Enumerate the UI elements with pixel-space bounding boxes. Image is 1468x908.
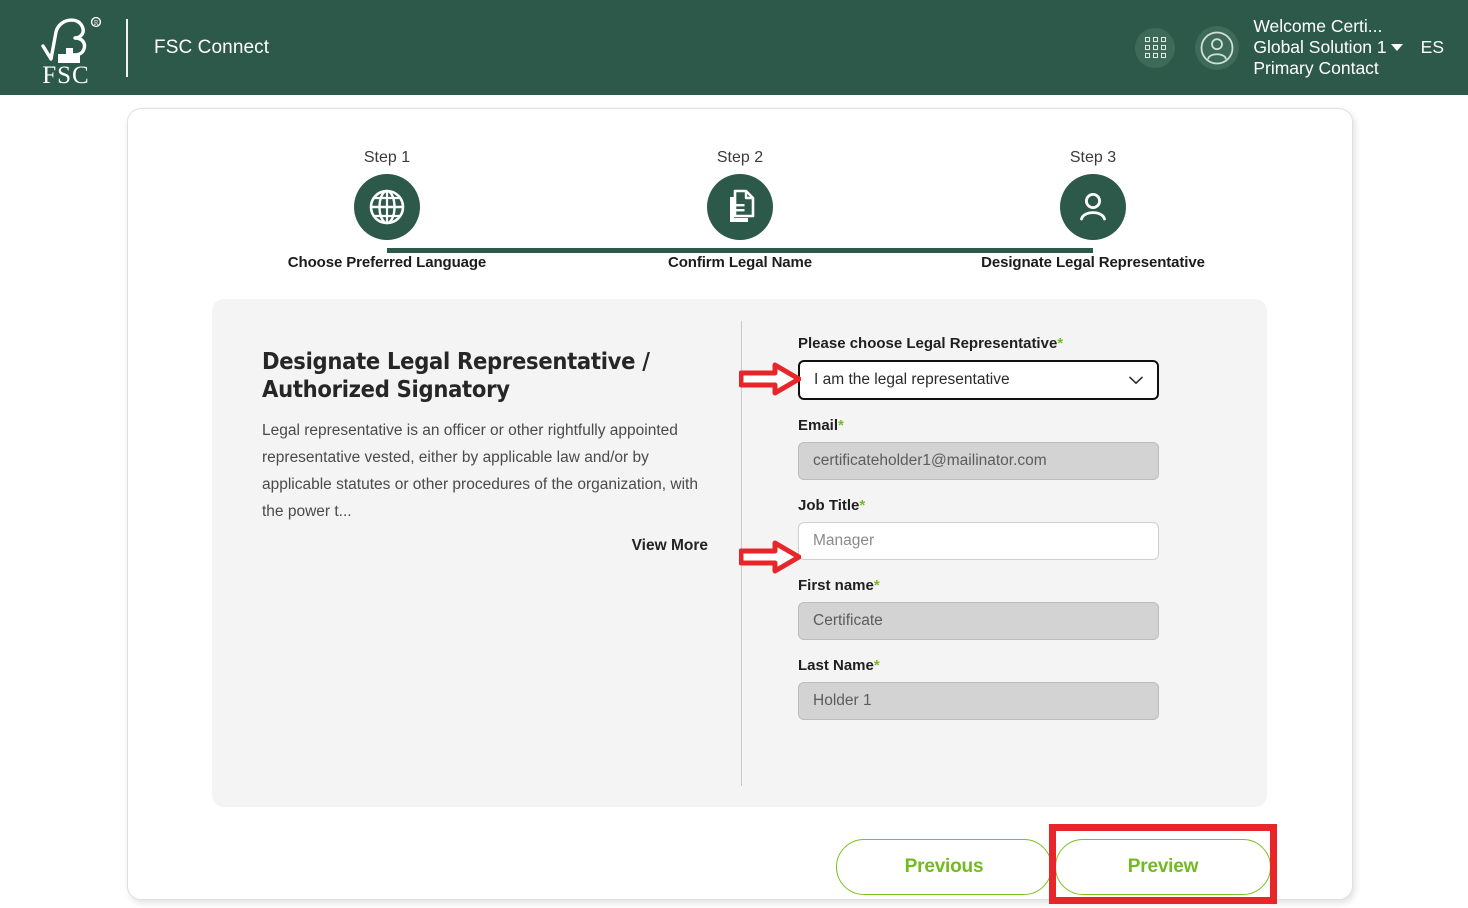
grid-apps-icon[interactable] [1135, 28, 1175, 68]
step-2-label: Confirm Legal Name [620, 254, 860, 271]
user-avatar-icon[interactable] [1195, 26, 1239, 70]
required-asterisk: * [874, 577, 880, 594]
person-icon [1060, 174, 1126, 240]
documents-icon [707, 174, 773, 240]
wizard-footer: Previous Preview [128, 833, 1354, 901]
field-email: Email* certificateholder1@mailinator.com [798, 417, 1160, 480]
chevron-down-icon[interactable] [1391, 44, 1403, 51]
header-right-cluster: Welcome Certi... Global Solution 1 Prima… [1135, 0, 1468, 95]
user-role: Primary Contact [1253, 58, 1402, 79]
description-column: Designate Legal Representative / Authori… [262, 347, 708, 555]
stepper-step-3[interactable]: Step 3 Designate Legal Representative [973, 149, 1213, 271]
brand-block: R FSC FSC Connect [0, 0, 269, 95]
welcome-text: Welcome Certi... [1253, 16, 1402, 37]
email-label-text: Email [798, 417, 838, 434]
legal-representative-value: I am the legal representative [814, 371, 1010, 389]
grid-apps-glyph [1145, 37, 1166, 58]
job-title-value: Manager [813, 532, 874, 550]
form-column: Please choose Legal Representative* I am… [798, 335, 1160, 737]
legal-representative-label-text: Please choose Legal Representative [798, 335, 1057, 352]
preview-button[interactable]: Preview [1055, 839, 1271, 895]
svg-text:FSC: FSC [42, 62, 89, 86]
stepper-step-1[interactable]: Step 1 Choose Preferred Language [267, 149, 507, 271]
last-name-label-text: Last Name [798, 657, 874, 674]
step-3-number: Step 3 [973, 149, 1213, 167]
field-first-name: First name* Certificate [798, 577, 1160, 640]
last-name-label: Last Name* [798, 657, 1160, 674]
field-job-title: Job Title* Manager [798, 497, 1160, 560]
first-name-label-text: First name [798, 577, 874, 594]
svg-text:R: R [94, 20, 99, 27]
legal-representative-select[interactable]: I am the legal representative [798, 360, 1159, 400]
chevron-down-icon [1129, 376, 1143, 385]
org-name: Global Solution 1 [1253, 37, 1402, 58]
field-legal-representative: Please choose Legal Representative* I am… [798, 335, 1160, 400]
job-title-input[interactable]: Manager [798, 522, 1159, 560]
wizard-card: Step 1 Choose Preferred Language Step 2 [127, 108, 1353, 900]
field-last-name: Last Name* Holder 1 [798, 657, 1160, 720]
brand-divider [126, 19, 128, 77]
annotation-arrow-job-title [739, 540, 801, 574]
first-name-value: Certificate [813, 612, 883, 630]
required-asterisk: * [859, 497, 865, 514]
first-name-label: First name* [798, 577, 1160, 594]
app-name: FSC Connect [154, 37, 269, 59]
last-name-field: Holder 1 [798, 682, 1159, 720]
last-name-value: Holder 1 [813, 692, 872, 710]
email-value: certificateholder1@mailinator.com [813, 452, 1047, 470]
job-title-label: Job Title* [798, 497, 1160, 514]
stepper-step-2[interactable]: Step 2 Confirm Legal Name [620, 149, 860, 271]
description-text: Legal representative is an officer or ot… [262, 417, 708, 525]
step-2-number: Step 2 [620, 149, 860, 167]
page-title: Designate Legal Representative / Authori… [262, 347, 708, 403]
job-title-label-text: Job Title [798, 497, 859, 514]
step-1-number: Step 1 [267, 149, 507, 167]
required-asterisk: * [874, 657, 880, 674]
language-toggle-es[interactable]: ES [1421, 37, 1444, 58]
wizard-stepper: Step 1 Choose Preferred Language Step 2 [128, 149, 1354, 294]
annotation-arrow-legal-representative [739, 362, 801, 396]
email-label: Email* [798, 417, 1160, 434]
step-3-label: Designate Legal Representative [973, 254, 1213, 271]
required-asterisk: * [838, 417, 844, 434]
required-asterisk: * [1057, 335, 1063, 352]
previous-button[interactable]: Previous [836, 839, 1052, 895]
step-1-label: Choose Preferred Language [267, 254, 507, 271]
legal-representative-label: Please choose Legal Representative* [798, 335, 1160, 352]
org-name-text: Global Solution 1 [1253, 37, 1386, 57]
user-menu[interactable]: Welcome Certi... Global Solution 1 Prima… [1253, 16, 1402, 79]
email-field: certificateholder1@mailinator.com [798, 442, 1159, 480]
fsc-logo-icon[interactable]: R FSC [30, 10, 104, 86]
globe-icon [354, 174, 420, 240]
app-header: R FSC FSC Connect Welcome Certi... Globa… [0, 0, 1468, 95]
view-more-link[interactable]: View More [262, 537, 708, 555]
first-name-field: Certificate [798, 602, 1159, 640]
